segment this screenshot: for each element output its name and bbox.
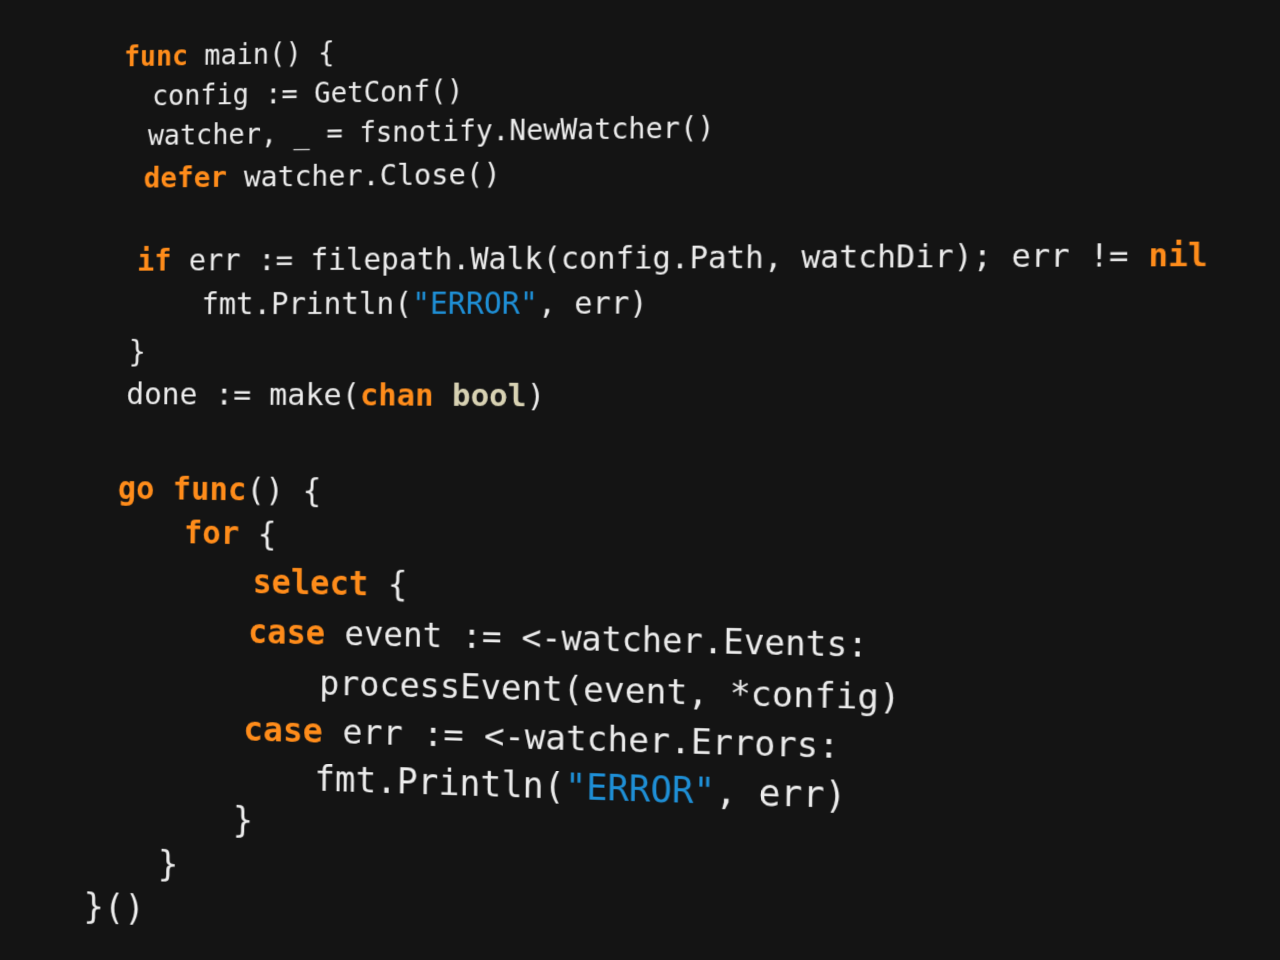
code-text: , err) (715, 772, 847, 818)
code-text: } (158, 844, 179, 885)
type-token: bool (452, 378, 527, 415)
code-line-11: select { (252, 565, 407, 601)
code-line-4: defer watcher.Close() (144, 160, 501, 193)
string-literal: "ERROR" (412, 286, 538, 322)
string-literal: "ERROR" (565, 767, 716, 813)
code-line-1: func main() { (124, 39, 335, 71)
code-text: processEvent(event, *config) (319, 663, 901, 719)
keyword-token: func (124, 39, 188, 73)
keyword-token: func (173, 470, 247, 509)
code-line-15: fmt.Println("ERROR", err) (314, 762, 846, 815)
code-line-3: watcher, _ = fsnotify.NewWatcher() (148, 114, 715, 150)
code-text: watcher.Close() (227, 157, 501, 194)
code-text: err := <-watcher.Errors: (322, 712, 839, 768)
code-text: fmt.Println( (314, 759, 565, 807)
code-line-7: } (129, 338, 146, 368)
code-line-10: for { (184, 516, 277, 549)
code-viewport: func main() { config := GetConf() watche… (0, 0, 1280, 960)
keyword-token: case (248, 612, 325, 653)
code-text: err := filepath.Walk(config.Path, watchD… (171, 238, 1148, 279)
code-line-8: done := make(chan bool) (126, 379, 545, 412)
code-text: done := make( (126, 376, 360, 413)
code-line-17: } (158, 847, 179, 883)
code-line-9: go func() { (118, 472, 322, 506)
code-text (433, 377, 452, 413)
code-line-6: fmt.Println("ERROR", err) (201, 289, 647, 320)
code-text: , err) (538, 286, 648, 322)
code-text: watcher, _ = fsnotify.NewWatcher() (148, 111, 715, 152)
code-text: main() { (188, 36, 335, 72)
code-text: }() (83, 886, 145, 929)
code-text (154, 470, 173, 508)
code-line-13: processEvent(event, *config) (319, 666, 901, 715)
code-text: { (368, 564, 407, 604)
code-text: event := <-watcher.Events: (325, 614, 868, 666)
keyword-token: defer (144, 160, 228, 195)
keyword-token: case (243, 709, 323, 751)
code-text: } (129, 335, 146, 370)
keyword-token: select (252, 562, 368, 603)
code-line-12: case event := <-watcher.Events: (248, 615, 868, 662)
code-text: config := GetConf() (152, 74, 464, 112)
code-line-5: if err := filepath.Walk(config.Path, wat… (137, 241, 1208, 277)
code-text: ) (526, 378, 545, 415)
code-text: () { (246, 470, 321, 509)
code-line-16: } (233, 804, 254, 840)
keyword-token: if (137, 244, 172, 279)
keyword-token: go (118, 469, 155, 507)
code-text: { (239, 514, 277, 552)
code-line-18: }() (83, 889, 145, 927)
keyword-token: chan (360, 377, 434, 414)
code-line-2: config := GetConf() (152, 77, 464, 110)
code-block: func main() { config := GetConf() watche… (10, 0, 1280, 960)
keyword-token: nil (1148, 237, 1208, 275)
code-text: fmt.Println( (201, 287, 412, 322)
keyword-token: for (184, 513, 240, 552)
code-line-14: case err := <-watcher.Errors: (243, 712, 840, 764)
code-text: } (233, 801, 254, 842)
